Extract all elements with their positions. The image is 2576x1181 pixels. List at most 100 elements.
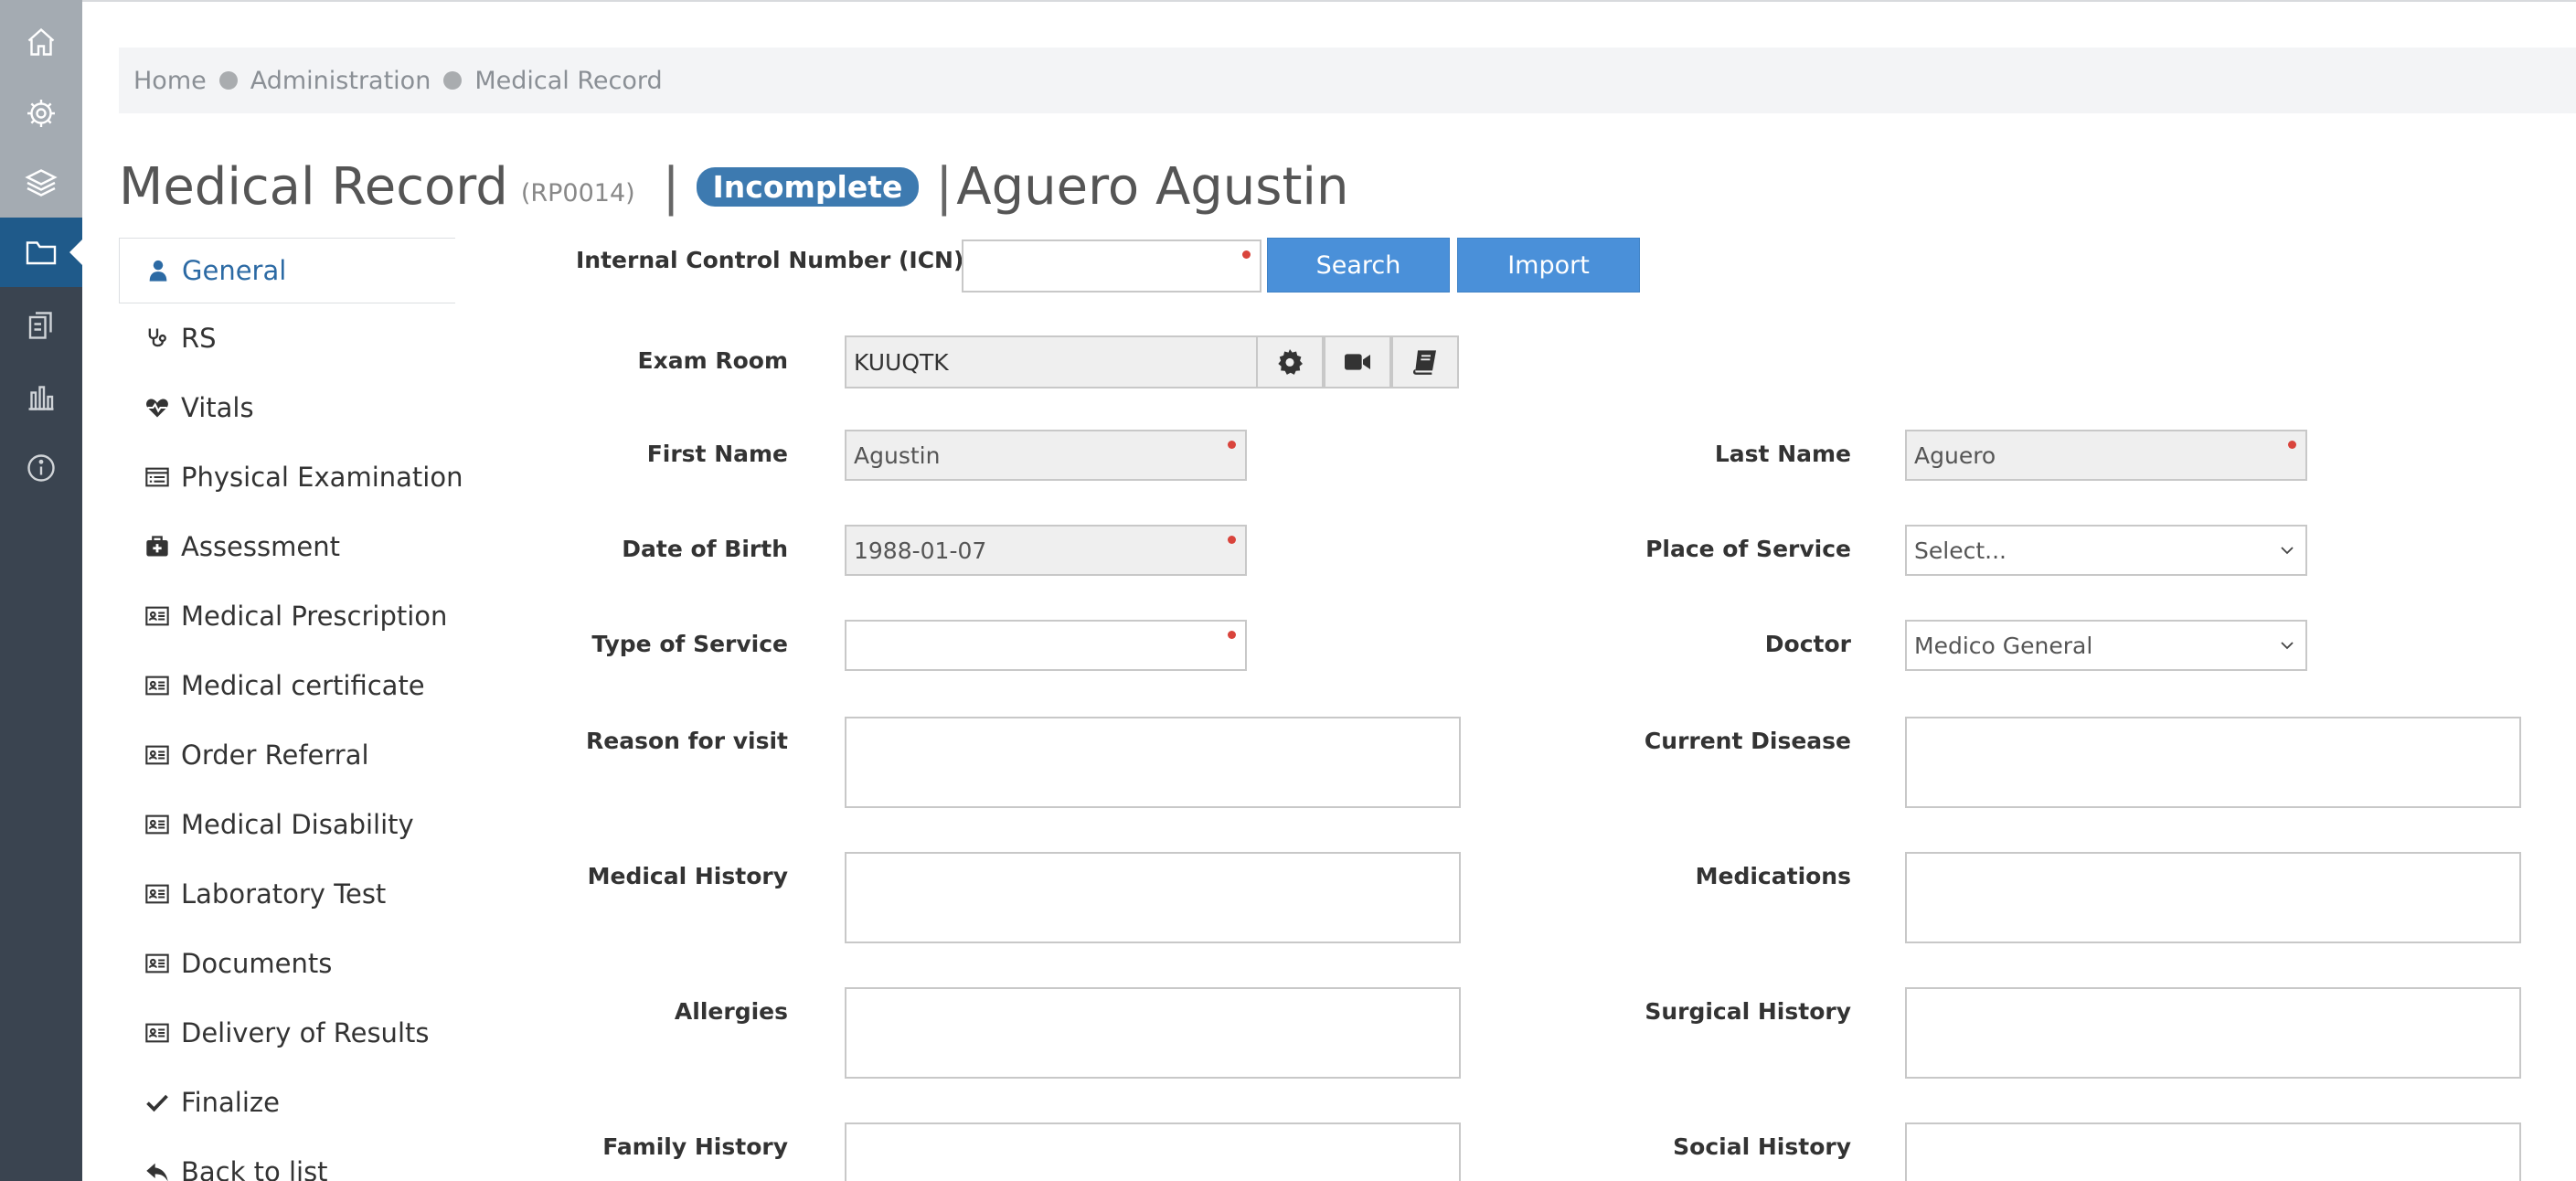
place-of-service-select[interactable]: Select... (1905, 525, 2307, 576)
reason-textarea[interactable] (845, 717, 1461, 808)
last-name-input[interactable]: Aguero (1905, 430, 2307, 481)
record-code: (RP0014) (520, 178, 635, 207)
book-icon (1412, 350, 1436, 375)
medications-label: Medications (1695, 863, 1851, 889)
surgical-history-textarea[interactable] (1905, 987, 2521, 1079)
nav-item-label: Back to list (181, 1156, 328, 1181)
chevron-down-icon (2281, 642, 2294, 650)
chevron-down-icon (2281, 547, 2294, 555)
nav-item-laboratory-test[interactable]: Laboratory Test (119, 859, 455, 929)
dob-label: Date of Birth (622, 536, 788, 562)
required-indicator (1228, 536, 1236, 544)
medical-history-label: Medical History (587, 863, 788, 889)
nav-item-label: Assessment (181, 531, 340, 562)
title-separator: | (662, 156, 680, 217)
search-button[interactable]: Search (1267, 238, 1450, 293)
breadcrumb-separator (443, 71, 463, 90)
dob-input[interactable]: 1988-01-07 (845, 525, 1247, 576)
medications-textarea[interactable] (1905, 852, 2521, 943)
status-badge: Incomplete (696, 166, 920, 207)
nav-item-documents[interactable]: Documents (119, 929, 455, 998)
family-history-textarea[interactable] (845, 1122, 1461, 1181)
nav-item-label: Medical Prescription (181, 601, 448, 632)
nav-item-general[interactable]: General (119, 238, 455, 303)
allergies-textarea[interactable] (845, 987, 1461, 1079)
user-icon (149, 260, 167, 282)
nav-item-physical-examination[interactable]: Physical Examination (119, 442, 463, 512)
title-separator: | (935, 156, 953, 217)
id-card-icon (145, 745, 169, 765)
exam-room-label: Exam Room (637, 347, 788, 374)
folder-icon[interactable] (0, 218, 82, 287)
required-indicator (1242, 250, 1251, 259)
first-name-label: First Name (646, 441, 788, 467)
breadcrumb-current: Medical Record (474, 66, 663, 95)
first-name-value: Agustin (854, 442, 941, 469)
nav-item-label: Order Referral (181, 739, 369, 771)
nav-item-rs[interactable]: RS (119, 303, 455, 373)
nav-item-delivery-of-results[interactable]: Delivery of Results (119, 998, 455, 1068)
patient-name: Aguero Agustin (956, 156, 1349, 217)
nav-item-label: RS (181, 323, 217, 354)
id-card-icon (145, 953, 169, 974)
doctor-label: Doctor (1764, 631, 1851, 657)
first-name-input[interactable]: Agustin (845, 430, 1247, 481)
exam-room-settings-button[interactable] (1256, 335, 1324, 388)
required-indicator (2288, 441, 2296, 449)
doctor-select[interactable]: Medico General (1905, 620, 2307, 671)
nav-item-vitals[interactable]: Vitals (119, 373, 455, 442)
doctor-value: Medico General (1914, 632, 2093, 659)
surgical-history-label: Surgical History (1645, 998, 1851, 1025)
nav-item-label: Physical Examination (181, 462, 463, 493)
nav-item-label: Documents (181, 948, 333, 979)
exam-room-input[interactable]: KUUQTK (845, 335, 1258, 388)
medical-history-textarea[interactable] (845, 852, 1461, 943)
icn-label: Internal Control Number (ICN) (576, 247, 964, 273)
home-icon[interactable] (0, 7, 82, 77)
exam-room-value: KUUQTK (854, 348, 949, 376)
layers-icon[interactable] (0, 148, 82, 218)
nav-item-label: Delivery of Results (181, 1017, 430, 1048)
breadcrumb: Home Administration Medical Record (119, 48, 2576, 113)
info-icon[interactable] (0, 433, 82, 503)
nav-item-assessment[interactable]: Assessment (119, 512, 455, 581)
nav-item-medical-certificate[interactable]: Medical certificate (119, 651, 455, 720)
nav-item-order-referral[interactable]: Order Referral (119, 720, 455, 790)
page-title: Medical Record (RP0014) | Incomplete | A… (119, 154, 1348, 219)
gear-icon[interactable] (0, 79, 82, 148)
import-button[interactable]: Import (1457, 238, 1640, 293)
last-name-value: Aguero (1914, 442, 1996, 469)
page-title-text: Medical Record (119, 156, 508, 217)
nav-item-medical-disability[interactable]: Medical Disability (119, 790, 455, 859)
gear-icon (1278, 349, 1303, 375)
breadcrumb-administration[interactable]: Administration (250, 67, 431, 95)
video-camera-icon (1345, 354, 1370, 370)
social-history-textarea[interactable] (1905, 1122, 2521, 1181)
video-call-button[interactable] (1324, 335, 1391, 388)
notebook-button[interactable] (1391, 335, 1459, 388)
nav-item-back-to-list[interactable]: Back to list (119, 1137, 455, 1181)
id-card-icon (145, 676, 169, 696)
current-disease-label: Current Disease (1644, 728, 1851, 754)
medkit-icon (146, 536, 168, 557)
required-indicator (1228, 631, 1236, 639)
bar-chart-icon[interactable] (0, 362, 82, 431)
nav-item-medical-prescription[interactable]: Medical Prescription (119, 581, 455, 651)
heartbeat-icon (146, 399, 168, 418)
app-rail (0, 0, 82, 1181)
social-history-label: Social History (1673, 1133, 1851, 1160)
type-of-service-input[interactable] (845, 620, 1247, 671)
icn-input[interactable] (962, 239, 1261, 293)
breadcrumb-home[interactable]: Home (133, 67, 207, 95)
copy-icon[interactable] (0, 291, 82, 360)
id-card-icon (145, 884, 169, 904)
nav-item-finalize[interactable]: Finalize (119, 1068, 455, 1137)
current-disease-textarea[interactable] (1905, 717, 2521, 808)
check-icon (146, 1094, 168, 1112)
nav-item-label: Laboratory Test (181, 878, 387, 910)
breadcrumb-separator (218, 71, 238, 90)
place-of-service-label: Place of Service (1645, 536, 1851, 562)
dob-value: 1988-01-07 (854, 537, 987, 564)
reply-icon (146, 1163, 168, 1181)
section-nav: General RS Vitals Physical Examination A… (119, 238, 463, 1181)
